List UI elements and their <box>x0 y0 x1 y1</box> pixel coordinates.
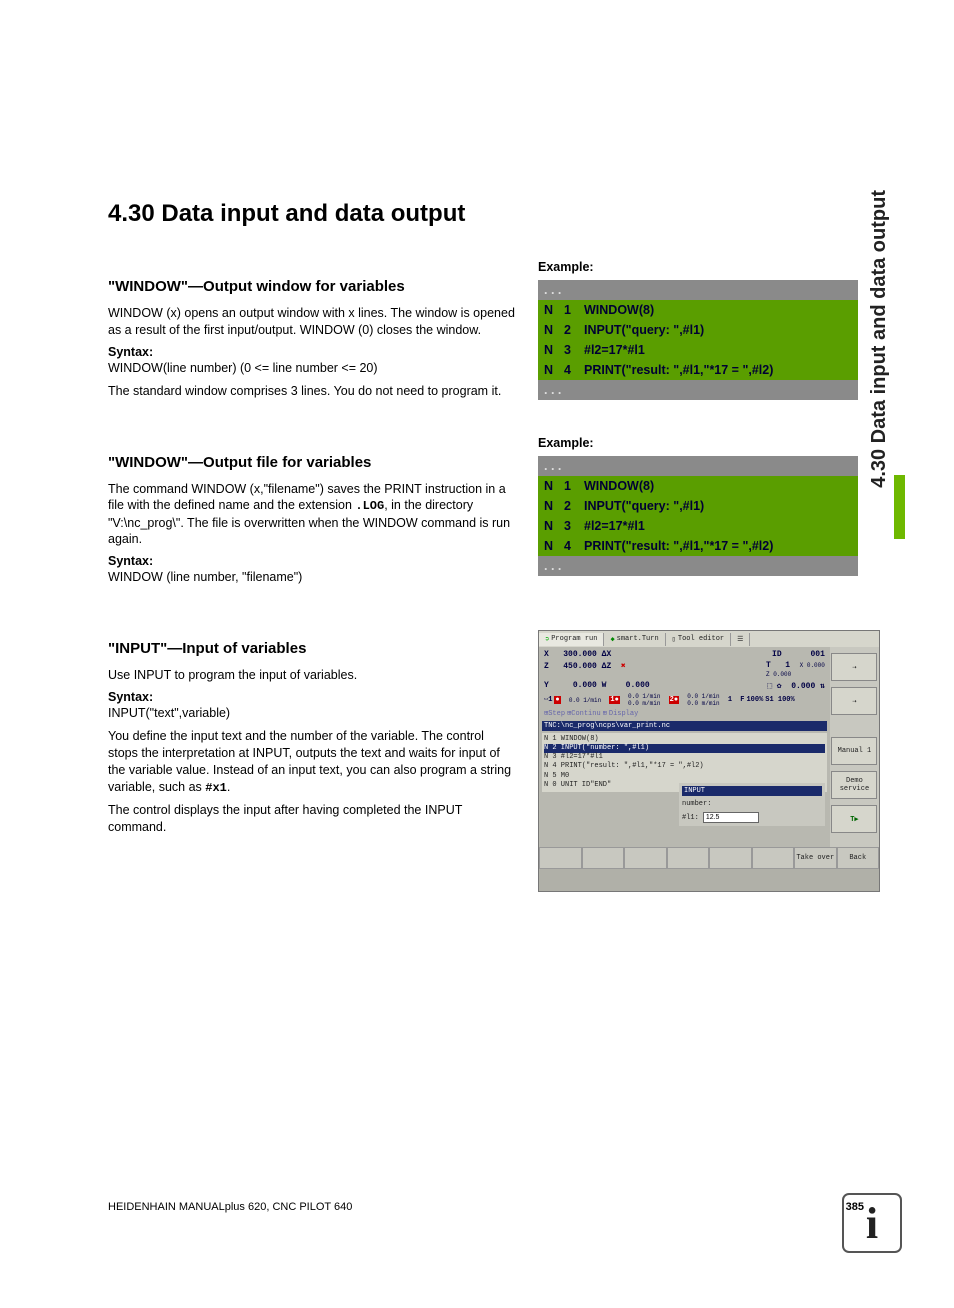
ss-tabbar: ➲Program run ◆smart.Turn ▯Tool editor ☰ <box>539 631 879 647</box>
ss-tab-smartturn[interactable]: ◆smart.Turn <box>604 633 665 646</box>
ss-btn-manual[interactable]: Manual 1 <box>831 737 877 765</box>
example2-label: Example: <box>538 436 858 450</box>
ss-btn-tool[interactable]: ⇢ <box>831 687 877 715</box>
section2-syntax-label: Syntax: <box>108 554 516 568</box>
section2-title: "WINDOW"—Output file for variables <box>108 454 516 471</box>
section1-syntax: WINDOW(line number) (0 <= line number <=… <box>108 360 516 377</box>
example1-label: Example: <box>538 260 858 274</box>
section1-title: "WINDOW"—Output window for variables <box>108 278 516 295</box>
section3-p3: The control displays the input after hav… <box>108 802 516 836</box>
page-heading: 4.30 Data input and data output <box>108 200 864 228</box>
code-l1-num: 1 <box>564 303 584 317</box>
section3-title: "INPUT"—Input of variables <box>108 640 516 657</box>
section2-p1: The command WINDOW (x,"filename") saves … <box>108 481 516 549</box>
example2-code: . . . N1WINDOW(8) N2INPUT("query: ",#l1)… <box>538 456 858 576</box>
side-tab: 4.30 Data input and data output <box>864 190 894 560</box>
section3-syntax-label: Syntax: <box>108 690 516 704</box>
section1-syntax-label: Syntax: <box>108 345 516 359</box>
ss-input-field[interactable] <box>703 812 759 823</box>
code-dots: . . . <box>544 283 852 297</box>
section3-p1: Use INPUT to program the input of variab… <box>108 667 516 684</box>
ss-btn-aux[interactable]: ⇢ <box>831 653 877 681</box>
embedded-screenshot: ➲Program run ◆smart.Turn ▯Tool editor ☰ … <box>538 630 880 892</box>
section2-syntax: WINDOW (line number, "filename") <box>108 569 516 586</box>
ss-filepath: TNC:\nc_prog\ncps\var_print.nc <box>542 721 827 731</box>
section1-p1: WINDOW (x) opens an output window with x… <box>108 305 516 339</box>
ss-tab-tool-editor[interactable]: ▯Tool editor <box>666 633 731 646</box>
ss-tab-program-run[interactable]: ➲Program run <box>539 633 604 646</box>
section1-p2: The standard window comprises 3 lines. Y… <box>108 383 516 400</box>
ss-tab-extra[interactable]: ☰ <box>731 633 750 646</box>
example1-code: . . . N1WINDOW(8) N2INPUT("query: ",#l1)… <box>538 280 858 400</box>
code-l1: WINDOW(8) <box>584 303 852 317</box>
side-accent <box>894 475 905 539</box>
ss-input-dialog: INPUT number: #l1: <box>679 783 825 826</box>
section3-p2: You define the input text and the number… <box>108 728 516 796</box>
code-n: N <box>544 303 564 317</box>
ss-softkey-back[interactable]: Back <box>837 847 880 869</box>
ss-btn-play[interactable]: T▶ <box>831 805 877 833</box>
side-tab-text: 4.30 Data input and data output <box>868 190 891 488</box>
page-footer: HEIDENHAIN MANUALplus 620, CNC PILOT 640… <box>108 1201 864 1213</box>
footer-text: HEIDENHAIN MANUALplus 620, CNC PILOT 640 <box>108 1201 352 1213</box>
ss-btn-service[interactable]: Demo service <box>831 771 877 799</box>
info-icon: i <box>842 1193 902 1253</box>
section3-syntax: INPUT("text",variable) <box>108 705 516 722</box>
ss-softkey-takeover[interactable]: Take over <box>794 847 837 869</box>
ss-softkey-bar: Take over Back <box>539 847 879 869</box>
